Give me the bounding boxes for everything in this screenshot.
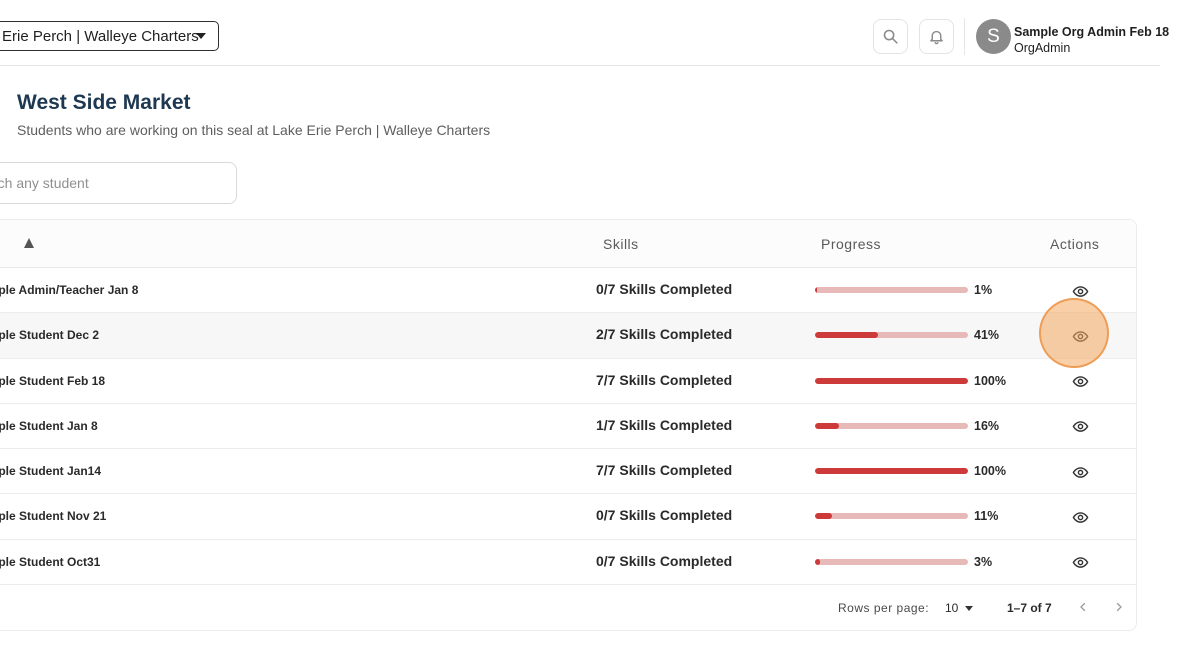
view-student-button[interactable] (1069, 461, 1091, 483)
table-body: nple Admin/Teacher Jan 8 0/7 Skills Comp… (0, 268, 1136, 586)
table-row: nple Student Oct31 0/7 Skills Completed … (0, 540, 1136, 586)
next-page-button[interactable] (1109, 597, 1129, 617)
search-icon (883, 29, 898, 44)
skills-completed: 7/7 Skills Completed (596, 462, 733, 479)
progress-bar-fill (815, 558, 820, 565)
caret-down-icon[interactable] (965, 606, 973, 611)
progress-bar (815, 468, 968, 475)
skills-completed: 0/7 Skills Completed (596, 552, 733, 569)
progress-bar-fill (815, 287, 817, 293)
pagination-range: 1–7 of 7 (1007, 601, 1052, 615)
avatar[interactable]: S (976, 19, 1011, 54)
table-header: t Skills Progress Actions (0, 220, 1136, 268)
eye-icon (1072, 285, 1088, 297)
progress-bar-fill (815, 513, 832, 520)
view-student-button[interactable] (1069, 506, 1091, 528)
skills-completed: 7/7 Skills Completed (596, 371, 733, 388)
page: Erie Perch | Walleye Charters S Sample O… (0, 0, 1200, 670)
progress-percent: 1% (974, 283, 993, 297)
top-bar: Erie Perch | Walleye Charters S Sample O… (0, 0, 1169, 66)
eye-icon (1072, 421, 1088, 433)
header-divider (964, 18, 965, 55)
rows-per-page-select[interactable]: 10 (945, 601, 958, 615)
page-subtitle: Students who are working on this seal at… (17, 122, 491, 138)
progress-bar (815, 422, 968, 429)
previous-page-button[interactable] (1073, 597, 1093, 617)
caret-down-icon (196, 33, 206, 39)
students-table: t Skills Progress Actions nple Admin/Tea… (0, 219, 1137, 631)
rows-per-page-label: Rows per page: (838, 601, 930, 615)
column-header-progress: Progress (821, 236, 882, 252)
progress-bar (815, 287, 968, 293)
table-row: nple Student Jan14 7/7 Skills Completed … (0, 449, 1136, 495)
progress-bar (815, 377, 968, 384)
progress-bar-fill (815, 332, 878, 339)
view-student-button[interactable] (1069, 552, 1091, 574)
avatar-initial: S (987, 25, 1000, 47)
eye-icon (1072, 330, 1088, 342)
eye-icon (1072, 512, 1088, 523)
progress-percent: 16% (974, 418, 1000, 433)
org-select-label: Erie Perch | Walleye Charters (2, 27, 199, 45)
student-name: nple Admin/Teacher Jan 8 (0, 283, 139, 297)
table-row: nple Student Feb 18 7/7 Skills Completed… (0, 359, 1136, 404)
chevron-left-icon (1080, 602, 1086, 612)
skills-completed: 0/7 Skills Completed (596, 281, 733, 297)
skills-completed: 0/7 Skills Completed (596, 507, 733, 524)
chevron-right-icon (1116, 602, 1122, 612)
bell-icon (930, 30, 943, 45)
progress-bar-fill (815, 468, 968, 475)
student-name: nple Student Jan14 (0, 464, 102, 479)
sort-ascending-icon[interactable] (24, 238, 34, 248)
student-name: nple Student Jan 8 (0, 418, 98, 433)
eye-icon (1072, 376, 1088, 387)
student-search-input[interactable] (0, 162, 237, 204)
student-name: nple Student Feb 18 (0, 373, 106, 388)
page-title: West Side Market (17, 91, 191, 114)
progress-bar (815, 332, 968, 339)
user-name: Sample Org Admin Feb 18 (1014, 25, 1170, 39)
progress-bar-fill (815, 377, 968, 384)
table-pagination: Rows per page: 10 1–7 of 7 (0, 585, 1136, 630)
column-header-skills: Skills (603, 236, 639, 252)
progress-percent: 100% (974, 464, 1006, 479)
progress-percent: 11% (974, 509, 999, 524)
eye-icon (1072, 557, 1088, 569)
column-header-actions: Actions (1050, 236, 1100, 252)
progress-bar-fill (815, 422, 840, 429)
search-button[interactable] (873, 19, 908, 54)
progress-percent: 41% (974, 328, 1000, 343)
table-row: nple Student Dec 2 2/7 Skills Completed … (0, 313, 1136, 359)
org-select[interactable]: Erie Perch | Walleye Charters (0, 21, 219, 51)
student-name: nple Student Oct31 (0, 554, 101, 569)
skills-completed: 2/7 Skills Completed (596, 326, 733, 343)
table-row: nple Admin/Teacher Jan 8 0/7 Skills Comp… (0, 268, 1136, 314)
table-row: nple Student Nov 21 0/7 Skills Completed… (0, 494, 1136, 540)
user-role: OrgAdmin (1014, 41, 1071, 55)
skills-completed: 1/7 Skills Completed (596, 416, 733, 433)
view-student-button[interactable] (1069, 280, 1091, 302)
progress-bar (815, 513, 968, 520)
notifications-button[interactable] (919, 19, 954, 54)
student-name: nple Student Nov 21 (0, 509, 107, 524)
progress-bar (815, 558, 968, 565)
view-student-button[interactable] (1069, 371, 1091, 393)
progress-percent: 100% (974, 373, 1006, 388)
view-student-button[interactable] (1069, 416, 1091, 438)
student-name: nple Student Dec 2 (0, 328, 100, 343)
table-row: nple Student Jan 8 1/7 Skills Completed … (0, 404, 1136, 450)
view-student-button[interactable] (1069, 325, 1091, 347)
progress-percent: 3% (974, 554, 993, 569)
eye-icon (1072, 466, 1088, 478)
